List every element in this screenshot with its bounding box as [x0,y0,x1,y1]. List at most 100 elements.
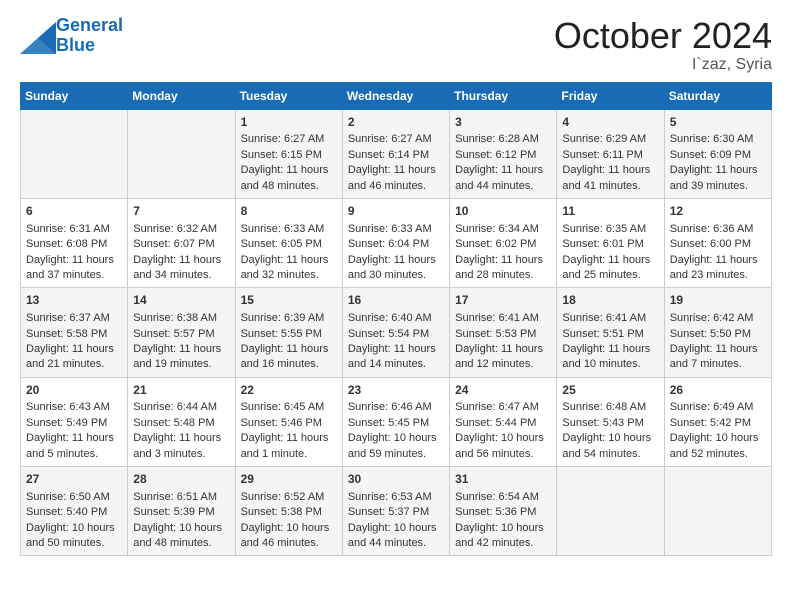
day-info-line: Sunset: 5:48 PM [133,416,229,431]
day-cell: 4Sunrise: 6:29 AMSunset: 6:11 PMDaylight… [557,109,664,198]
day-info-line: Sunrise: 6:45 AM [241,400,337,415]
day-cell: 1Sunrise: 6:27 AMSunset: 6:15 PMDaylight… [235,109,342,198]
day-info-line: Sunset: 6:08 PM [26,237,122,252]
day-info-line: Daylight: 11 hours and 34 minutes. [133,253,229,284]
day-info-line: Daylight: 11 hours and 1 minute. [241,431,337,462]
day-cell: 3Sunrise: 6:28 AMSunset: 6:12 PMDaylight… [450,109,557,198]
day-number: 13 [26,292,122,309]
day-info-line: Daylight: 11 hours and 28 minutes. [455,253,551,284]
day-info-line: Sunrise: 6:36 AM [670,222,766,237]
day-info-line: Sunrise: 6:43 AM [26,400,122,415]
week-row-3: 13Sunrise: 6:37 AMSunset: 5:58 PMDayligh… [21,288,772,377]
day-cell: 2Sunrise: 6:27 AMSunset: 6:14 PMDaylight… [342,109,449,198]
day-info-line: Sunset: 5:53 PM [455,327,551,342]
day-number: 29 [241,471,337,488]
day-cell: 10Sunrise: 6:34 AMSunset: 6:02 PMDayligh… [450,198,557,287]
day-cell: 19Sunrise: 6:42 AMSunset: 5:50 PMDayligh… [664,288,771,377]
col-header-sunday: Sunday [21,82,128,109]
day-info-line: Daylight: 11 hours and 48 minutes. [241,163,337,194]
day-cell: 26Sunrise: 6:49 AMSunset: 5:42 PMDayligh… [664,377,771,466]
day-info-line: Sunset: 5:44 PM [455,416,551,431]
day-cell: 8Sunrise: 6:33 AMSunset: 6:05 PMDaylight… [235,198,342,287]
day-info-line: Sunrise: 6:34 AM [455,222,551,237]
day-info-line: Sunrise: 6:52 AM [241,490,337,505]
calendar-table: SundayMondayTuesdayWednesdayThursdayFrid… [20,82,772,557]
day-info-line: Daylight: 10 hours and 50 minutes. [26,521,122,552]
day-info-line: Sunset: 5:45 PM [348,416,444,431]
day-info-line: Sunrise: 6:39 AM [241,311,337,326]
day-info-line: Sunrise: 6:40 AM [348,311,444,326]
logo-icon [20,22,52,50]
day-number: 15 [241,292,337,309]
day-info-line: Sunrise: 6:53 AM [348,490,444,505]
day-info-line: Sunset: 5:46 PM [241,416,337,431]
day-info-line: Sunrise: 6:54 AM [455,490,551,505]
day-info-line: Sunrise: 6:30 AM [670,132,766,147]
day-number: 23 [348,382,444,399]
day-info-line: Sunset: 6:01 PM [562,237,658,252]
day-number: 14 [133,292,229,309]
day-info-line: Daylight: 11 hours and 46 minutes. [348,163,444,194]
col-header-friday: Friday [557,82,664,109]
day-number: 24 [455,382,551,399]
day-cell [128,109,235,198]
day-number: 22 [241,382,337,399]
col-header-monday: Monday [128,82,235,109]
day-number: 5 [670,114,766,131]
day-info-line: Sunset: 5:43 PM [562,416,658,431]
day-cell: 9Sunrise: 6:33 AMSunset: 6:04 PMDaylight… [342,198,449,287]
day-info-line: Sunset: 6:15 PM [241,148,337,163]
day-info-line: Sunrise: 6:51 AM [133,490,229,505]
day-info-line: Sunset: 5:54 PM [348,327,444,342]
day-number: 31 [455,471,551,488]
day-number: 7 [133,203,229,220]
day-info-line: Sunset: 6:09 PM [670,148,766,163]
day-cell [557,467,664,556]
logo-general: General [56,15,123,35]
day-info-line: Daylight: 11 hours and 39 minutes. [670,163,766,194]
calendar-subtitle: I`zaz, Syria [554,56,772,74]
day-info-line: Sunset: 5:49 PM [26,416,122,431]
day-number: 21 [133,382,229,399]
day-info-line: Daylight: 10 hours and 44 minutes. [348,521,444,552]
day-cell: 12Sunrise: 6:36 AMSunset: 6:00 PMDayligh… [664,198,771,287]
day-number: 16 [348,292,444,309]
day-info-line: Daylight: 11 hours and 3 minutes. [133,431,229,462]
day-cell: 28Sunrise: 6:51 AMSunset: 5:39 PMDayligh… [128,467,235,556]
day-info-line: Sunset: 6:04 PM [348,237,444,252]
day-number: 17 [455,292,551,309]
day-cell: 20Sunrise: 6:43 AMSunset: 5:49 PMDayligh… [21,377,128,466]
day-info-line: Sunset: 5:51 PM [562,327,658,342]
day-info-line: Daylight: 11 hours and 25 minutes. [562,253,658,284]
day-info-line: Sunrise: 6:29 AM [562,132,658,147]
day-info-line: Sunset: 5:42 PM [670,416,766,431]
logo-text: General Blue [56,16,123,56]
day-info-line: Sunset: 5:36 PM [455,505,551,520]
day-info-line: Daylight: 11 hours and 10 minutes. [562,342,658,373]
col-header-thursday: Thursday [450,82,557,109]
day-info-line: Sunset: 5:50 PM [670,327,766,342]
day-number: 4 [562,114,658,131]
col-header-wednesday: Wednesday [342,82,449,109]
calendar-header: SundayMondayTuesdayWednesdayThursdayFrid… [21,82,772,109]
day-cell: 5Sunrise: 6:30 AMSunset: 6:09 PMDaylight… [664,109,771,198]
day-info-line: Sunrise: 6:41 AM [562,311,658,326]
day-info-line: Daylight: 10 hours and 54 minutes. [562,431,658,462]
day-info-line: Daylight: 11 hours and 21 minutes. [26,342,122,373]
day-info-line: Sunset: 6:07 PM [133,237,229,252]
day-cell [21,109,128,198]
col-header-tuesday: Tuesday [235,82,342,109]
day-info-line: Sunrise: 6:49 AM [670,400,766,415]
day-cell: 30Sunrise: 6:53 AMSunset: 5:37 PMDayligh… [342,467,449,556]
day-number: 11 [562,203,658,220]
day-number: 1 [241,114,337,131]
day-number: 9 [348,203,444,220]
day-info-line: Sunset: 6:05 PM [241,237,337,252]
day-info-line: Daylight: 11 hours and 44 minutes. [455,163,551,194]
day-number: 26 [670,382,766,399]
day-info-line: Sunset: 6:14 PM [348,148,444,163]
day-info-line: Daylight: 10 hours and 46 minutes. [241,521,337,552]
week-row-4: 20Sunrise: 6:43 AMSunset: 5:49 PMDayligh… [21,377,772,466]
day-number: 2 [348,114,444,131]
col-header-saturday: Saturday [664,82,771,109]
